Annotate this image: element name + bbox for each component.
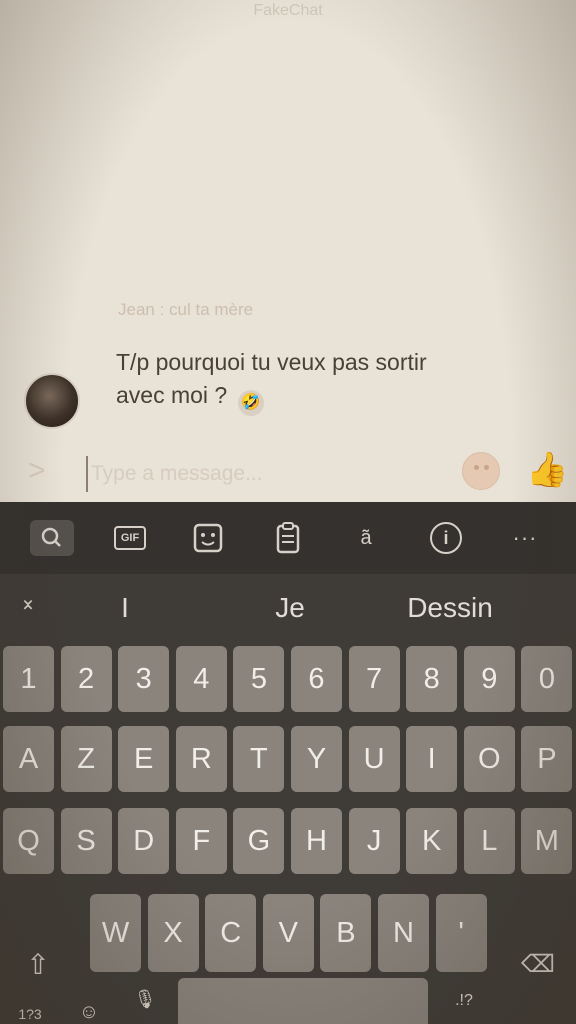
app-title: FakeChat <box>253 2 323 19</box>
suggestion-1[interactable]: I <box>100 592 150 624</box>
translate-icon[interactable]: a͂ <box>346 520 386 556</box>
key-row1-8[interactable]: O <box>463 726 515 792</box>
emoji-key-icon[interactable]: ☺ <box>74 1000 104 1024</box>
key-row3-6[interactable]: ' <box>435 894 487 972</box>
key-row3-5[interactable]: N <box>378 894 429 972</box>
gif-button[interactable]: GIF <box>114 526 146 550</box>
message-input[interactable]: Type a message... <box>86 456 446 492</box>
key-numbers-7[interactable]: 8 <box>406 646 458 712</box>
suggestion-3[interactable]: Dessin <box>380 592 520 624</box>
key-row1-3[interactable]: R <box>175 726 227 792</box>
expand-icon[interactable]: > <box>28 454 46 488</box>
message-text: T/p pourquoi tu veux pas sortir avec moi… <box>116 349 427 408</box>
like-icon[interactable]: 👍 <box>526 450 568 490</box>
key-row2-4[interactable]: G <box>233 808 285 874</box>
key-row3-1[interactable]: X <box>147 894 199 972</box>
symbols-key[interactable]: 1?3 <box>8 1004 52 1024</box>
key-row1-1[interactable]: Z <box>60 726 112 792</box>
key-row3-4[interactable]: B <box>320 894 372 972</box>
key-row2-3[interactable]: F <box>175 808 227 874</box>
key-numbers-6[interactable]: 7 <box>348 646 400 712</box>
emoji-icon[interactable] <box>462 452 500 490</box>
more-icon[interactable]: ··· <box>510 520 540 556</box>
microphone-icon[interactable]: 🎙 <box>132 986 158 1012</box>
space-key[interactable] <box>178 978 428 1024</box>
keyboard-toolbar: GIF a͂ i ··· <box>0 502 576 574</box>
laughing-emoji-icon: 🤣 <box>237 390 264 416</box>
key-row1-0[interactable]: A <box>3 726 54 792</box>
key-row2-1[interactable]: S <box>60 808 112 874</box>
shift-key[interactable]: ⇧ <box>0 932 76 998</box>
key-row1-9[interactable]: P <box>521 726 573 792</box>
suggestion-bar: ⌄ ⌃ I Je Dessin <box>0 574 576 642</box>
key-row2-0[interactable]: Q <box>3 808 54 874</box>
search-icon[interactable] <box>30 520 74 556</box>
collapse-icon[interactable]: ⌄ ⌃ <box>14 589 42 623</box>
message-sender: Jean : cul ta mère <box>118 300 254 319</box>
info-icon[interactable]: i <box>430 522 462 554</box>
key-numbers-8[interactable]: 9 <box>463 646 515 712</box>
key-row2-2[interactable]: D <box>118 808 170 874</box>
suggestion-2[interactable]: Je <box>250 592 330 624</box>
key-numbers-2[interactable]: 3 <box>118 646 170 712</box>
key-numbers-0[interactable]: 1 <box>3 646 54 712</box>
message-bubble: T/p pourquoi tu veux pas sortir avec moi… <box>116 346 476 416</box>
clipboard-icon[interactable] <box>270 520 306 556</box>
key-row2-9[interactable]: M <box>521 808 573 874</box>
key-numbers-4[interactable]: 5 <box>233 646 285 712</box>
key-numbers-9[interactable]: 0 <box>521 646 573 712</box>
punctuation-key[interactable]: .!? <box>446 988 482 1014</box>
sticker-icon[interactable] <box>190 520 226 556</box>
key-numbers-3[interactable]: 4 <box>175 646 227 712</box>
key-row3-3[interactable]: V <box>262 894 314 972</box>
key-row1-5[interactable]: Y <box>291 726 342 792</box>
avatar[interactable] <box>24 373 80 429</box>
key-row3-2[interactable]: C <box>205 894 257 972</box>
key-row2-7[interactable]: K <box>406 808 458 874</box>
key-row2-6[interactable]: J <box>348 808 400 874</box>
message-composer: > Type a message... 👍 <box>0 446 576 502</box>
key-row1-7[interactable]: I <box>406 726 458 792</box>
key-row2-8[interactable]: L <box>463 808 515 874</box>
key-row2-5[interactable]: H <box>291 808 342 874</box>
key-row1-6[interactable]: U <box>348 726 400 792</box>
backspace-key[interactable]: ⌫ <box>500 932 576 998</box>
key-row3-0[interactable]: W <box>90 894 141 972</box>
key-row1-4[interactable]: T <box>233 726 285 792</box>
key-numbers-1[interactable]: 2 <box>60 646 112 712</box>
key-row1-2[interactable]: E <box>118 726 170 792</box>
key-numbers-5[interactable]: 6 <box>291 646 342 712</box>
